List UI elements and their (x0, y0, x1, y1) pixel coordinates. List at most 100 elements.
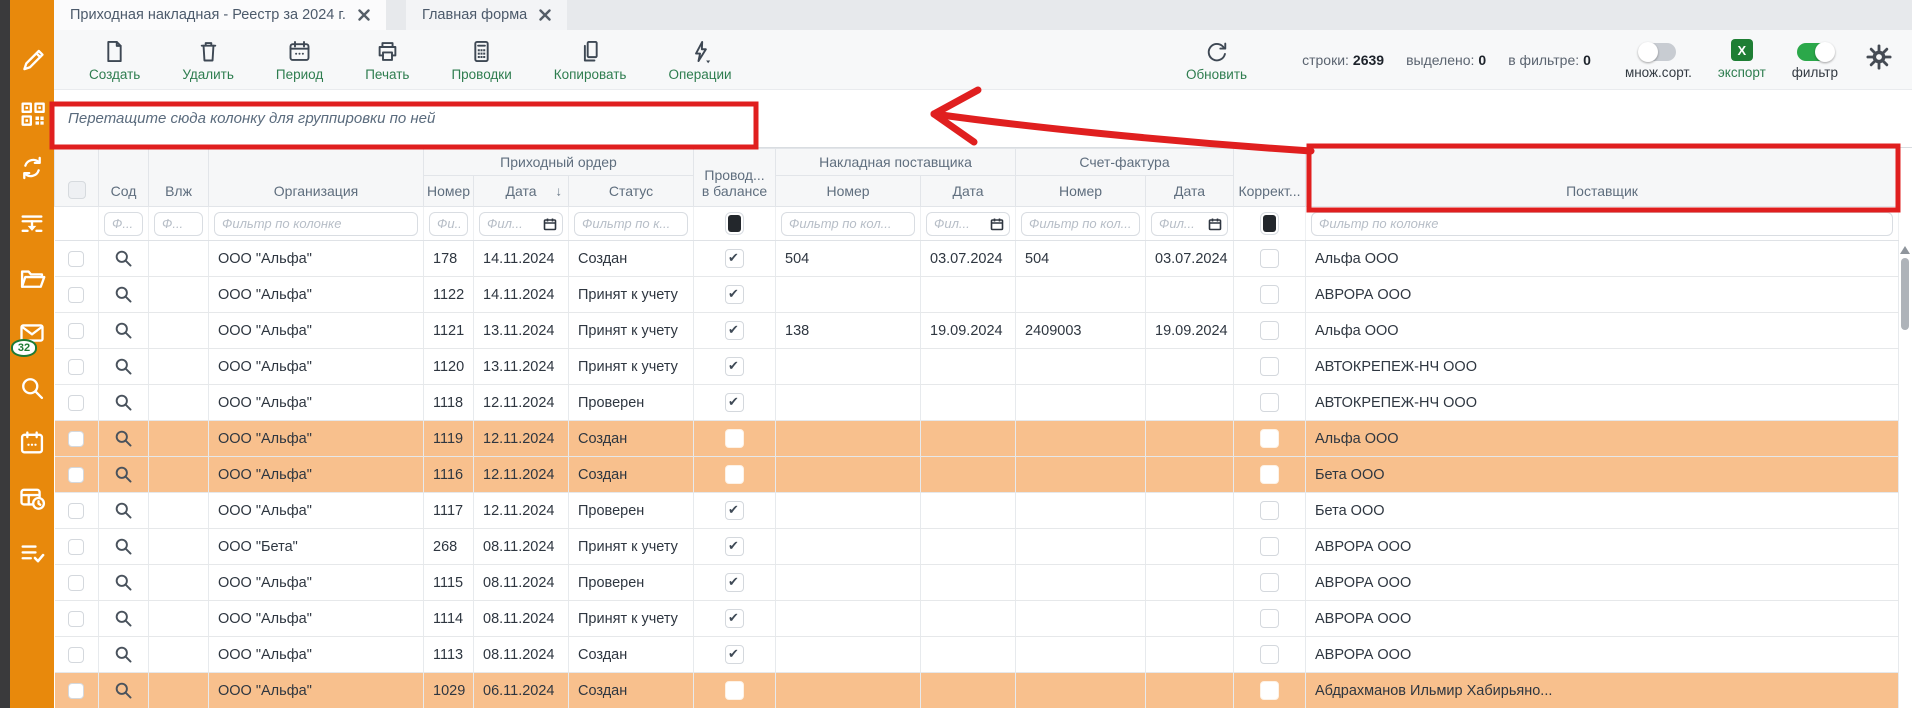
tab-close-icon[interactable] (358, 9, 370, 21)
magnifier-icon[interactable] (114, 681, 133, 700)
balance-checkbox[interactable] (725, 357, 744, 376)
row-checkbox[interactable] (68, 611, 84, 627)
magnifier-icon[interactable] (114, 429, 133, 448)
filter-supplier-input[interactable] (1311, 212, 1893, 236)
table-row[interactable]: ООО "Альфа"102906.11.2024СозданАбдрахман… (55, 673, 1899, 708)
row-checkbox[interactable] (68, 359, 84, 375)
col-header-sf-date[interactable]: Дата (1146, 176, 1234, 207)
correction-checkbox[interactable] (1260, 573, 1279, 592)
export-button[interactable]: X экспорт (1718, 39, 1766, 80)
magnifier-icon[interactable] (114, 285, 133, 304)
table-row[interactable]: ООО "Бета"26808.11.2024Принят к учетуАВР… (55, 529, 1899, 565)
table-row[interactable]: ООО "Альфа"111812.11.2024ПроверенАВТОКРЕ… (55, 385, 1899, 421)
row-checkbox[interactable] (68, 287, 84, 303)
row-checkbox[interactable] (68, 683, 84, 699)
row-checkbox[interactable] (68, 431, 84, 447)
filter-vlj-input[interactable] (154, 212, 203, 236)
period-button[interactable]: Период (255, 38, 344, 82)
refresh-button[interactable]: Обновить (1165, 38, 1268, 82)
table-row[interactable]: ООО "Альфа"111308.11.2024СозданАВРОРА ОО… (55, 637, 1899, 673)
balance-checkbox[interactable] (725, 393, 744, 412)
col-header-supplier[interactable]: Поставщик (1306, 149, 1899, 207)
col-header-korrekt[interactable]: Коррект... (1234, 149, 1306, 207)
row-checkbox[interactable] (68, 539, 84, 555)
balance-checkbox[interactable] (725, 645, 744, 664)
correction-checkbox[interactable] (1260, 465, 1279, 484)
magnifier-icon[interactable] (114, 609, 133, 628)
delete-button[interactable]: Удалить (161, 38, 255, 82)
filter-po-number-input[interactable] (429, 212, 468, 236)
balance-checkbox[interactable] (725, 285, 744, 304)
postings-button[interactable]: Проводки (430, 38, 532, 82)
operations-button[interactable]: Операции (647, 38, 752, 82)
toggle-track[interactable] (1797, 43, 1833, 61)
multisort-toggle[interactable]: множ.сорт. (1625, 43, 1692, 80)
print-button[interactable]: Печать (344, 38, 430, 82)
table-row[interactable]: ООО "Альфа"111508.11.2024ПроверенАВРОРА … (55, 565, 1899, 601)
balance-checkbox[interactable] (725, 501, 744, 520)
folder-open-icon[interactable] (18, 264, 46, 292)
col-header-vlj[interactable]: Влж (149, 149, 209, 207)
row-checkbox[interactable] (68, 575, 84, 591)
tab-glavnaya-forma[interactable]: Главная форма (406, 0, 567, 30)
magnifier-icon[interactable] (114, 573, 133, 592)
correction-checkbox[interactable] (1260, 609, 1279, 628)
filter-np-number-input[interactable] (781, 212, 915, 236)
correction-checkbox[interactable] (1260, 285, 1279, 304)
report-clock-icon[interactable] (18, 484, 46, 512)
filter-org-input[interactable] (214, 212, 418, 236)
vertical-scrollbar[interactable] (1899, 244, 1911, 708)
row-checkbox[interactable] (68, 647, 84, 663)
correction-checkbox[interactable] (1260, 501, 1279, 520)
col-header-po-date[interactable]: Дата↓ (474, 176, 569, 207)
copy-button[interactable]: Копировать (533, 38, 648, 82)
correction-checkbox[interactable] (1260, 429, 1279, 448)
col-header-po-status[interactable]: Статус (569, 176, 694, 207)
col-header-sf-number[interactable]: Номер (1016, 176, 1146, 207)
balance-checkbox[interactable] (725, 537, 744, 556)
filter-toggle[interactable]: фильтр (1792, 43, 1838, 80)
sync-icon[interactable] (18, 154, 46, 182)
filter-po-status-input[interactable] (574, 212, 688, 236)
row-checkbox[interactable] (68, 503, 84, 519)
row-checkbox[interactable] (68, 467, 84, 483)
table-row[interactable]: ООО "Альфа"111912.11.2024СозданАльфа ООО (55, 421, 1899, 457)
col-header-np-number[interactable]: Номер (776, 176, 921, 207)
correction-checkbox[interactable] (1260, 321, 1279, 340)
checklist-icon[interactable] (18, 539, 46, 567)
toggle-track[interactable] (1640, 43, 1676, 61)
magnifier-icon[interactable] (114, 249, 133, 268)
tab-close-icon[interactable] (539, 9, 551, 21)
row-checkbox[interactable] (68, 251, 84, 267)
magnifier-icon[interactable] (114, 393, 133, 412)
table-row[interactable]: ООО "Альфа"111612.11.2024СозданБета ООО (55, 457, 1899, 493)
magnifier-icon[interactable] (114, 357, 133, 376)
row-checkbox[interactable] (68, 395, 84, 411)
filter-np-date-input[interactable] (926, 212, 1010, 236)
col-header-sod[interactable]: Сод (99, 149, 149, 207)
filter-sf-date-input[interactable] (1151, 212, 1228, 236)
col-header-balance[interactable]: Провод... в балансе (694, 149, 776, 207)
table-row[interactable]: ООО "Альфа"112214.11.2024Принят к учетуА… (55, 277, 1899, 313)
filter-sod-input[interactable] (104, 212, 143, 236)
magnifier-icon[interactable] (114, 645, 133, 664)
balance-checkbox[interactable] (725, 321, 744, 340)
balance-checkbox[interactable] (725, 573, 744, 592)
tab-prihodnaya-nakladnaya[interactable]: Приходная накладная - Реестр за 2024 г. (54, 0, 386, 30)
correction-checkbox[interactable] (1260, 537, 1279, 556)
scrollbar-thumb[interactable] (1901, 258, 1909, 330)
balance-checkbox[interactable] (725, 609, 744, 628)
scroll-up-icon[interactable] (1900, 246, 1910, 254)
magnifier-icon[interactable] (114, 321, 133, 340)
filter-korrekt-toggle[interactable] (1263, 215, 1276, 232)
magnifier-icon[interactable] (114, 501, 133, 520)
balance-checkbox[interactable] (725, 681, 744, 700)
calendar-icon[interactable] (18, 429, 46, 457)
table-row[interactable]: ООО "Альфа"111408.11.2024Принят к учетуА… (55, 601, 1899, 637)
print-queue-icon[interactable] (18, 209, 46, 237)
col-header-po-number[interactable]: Номер (424, 176, 474, 207)
table-row[interactable]: ООО "Альфа"112013.11.2024Принят к учетуА… (55, 349, 1899, 385)
qr-code-icon[interactable] (18, 99, 46, 127)
select-all-checkbox[interactable] (68, 181, 86, 199)
correction-checkbox[interactable] (1260, 645, 1279, 664)
